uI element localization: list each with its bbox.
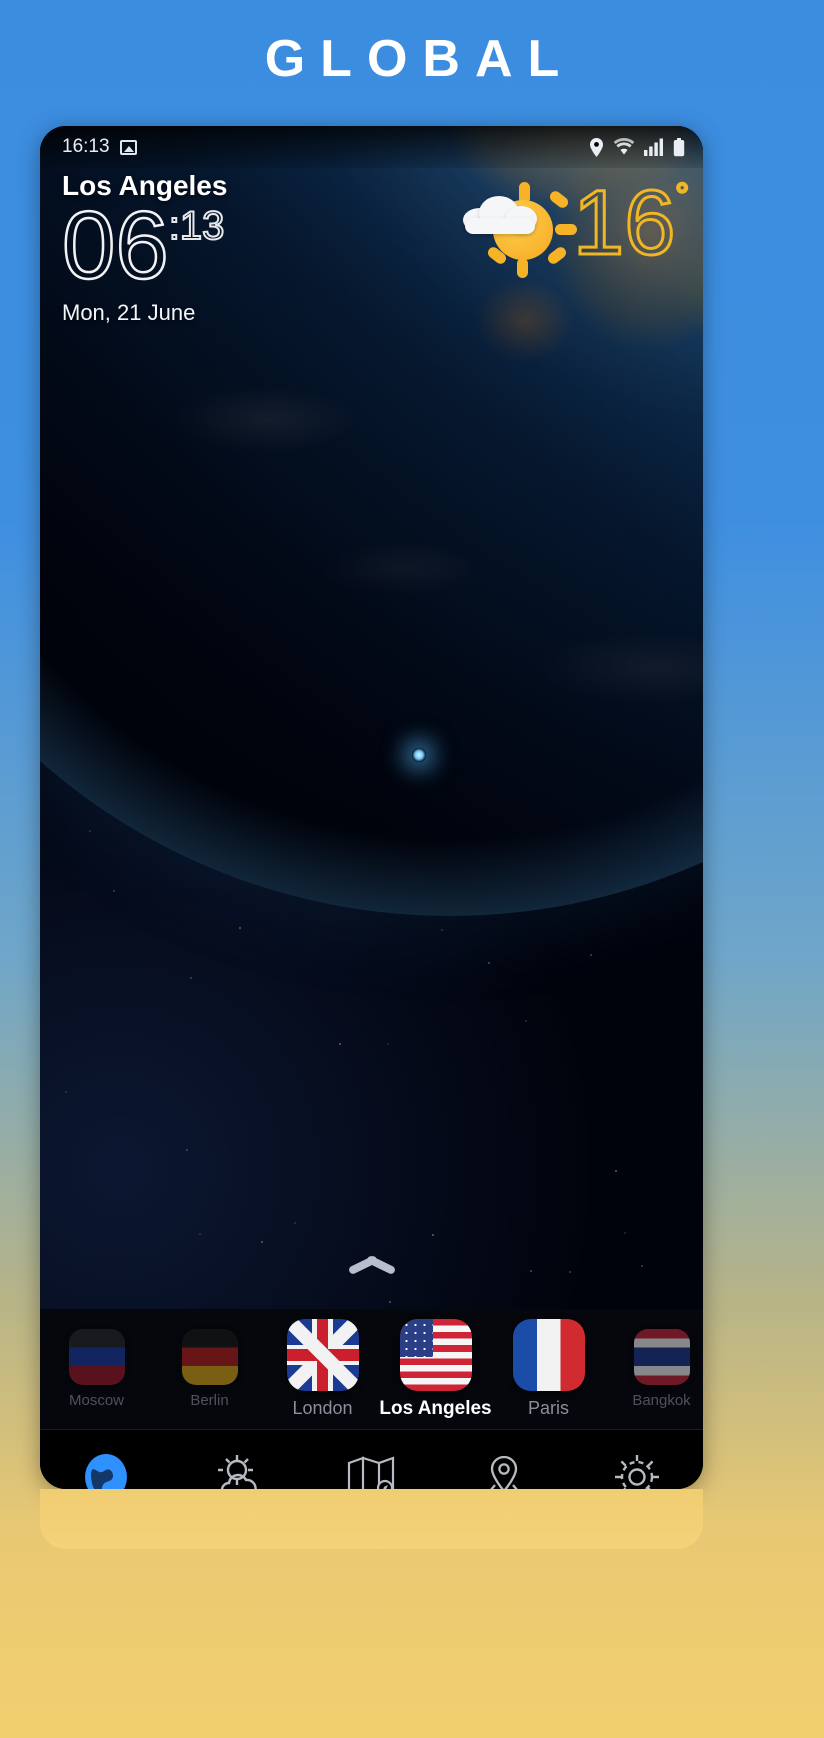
page-title: GLOBAL (250, 29, 575, 89)
current-weather-info: Los Angeles 06 : 13 Mon, 21 June (62, 170, 227, 326)
app-header: GLOBAL (0, 0, 824, 118)
current-date: Mon, 21 June (62, 300, 227, 326)
panel-drag-handle[interactable] (40, 1258, 703, 1274)
city-label: Moscow (69, 1392, 124, 1409)
city-item-paris[interactable]: Paris (492, 1319, 605, 1419)
city-light-marker (412, 748, 426, 762)
location-icon (589, 138, 604, 157)
sun-behind-cloud-icon (463, 178, 573, 273)
degree-symbol: ° (675, 177, 689, 215)
tab-forecast[interactable]: FORECAST (173, 1452, 306, 1490)
city-selector-strip[interactable]: Moscow Berlin London Los Angeles Paris Bangko… (40, 1309, 703, 1429)
flag-icon-fr (513, 1319, 585, 1391)
city-item-moscow[interactable]: Moscow (40, 1329, 153, 1409)
phone-bottom-shadow (40, 1489, 703, 1549)
sun-cloud-icon (212, 1452, 266, 1490)
flag-icon-ru (69, 1329, 125, 1385)
tab-cities[interactable]: CITIES (438, 1452, 571, 1490)
status-bar: 16:13 (40, 126, 703, 168)
bottom-tab-bar[interactable]: HOMEFORECASTMAPSCITIESSETTINGS (40, 1429, 703, 1489)
current-temperature: 16° (573, 180, 689, 267)
city-label: Paris (528, 1398, 569, 1419)
weather-readout: 16° (463, 178, 689, 273)
status-time: 16:13 (62, 136, 110, 158)
chevron-up-icon[interactable] (349, 1258, 395, 1274)
tab-home[interactable]: HOME (40, 1452, 173, 1490)
phone-mockup: 16:13 Los Angeles 06: 13 Mon, 21 June 1… (40, 126, 703, 1489)
tab-settings[interactable]: SETTINGS (570, 1452, 703, 1490)
flag-icon-us (400, 1319, 472, 1391)
flag-icon-de (182, 1329, 238, 1385)
clock-hours: 06 (62, 198, 169, 294)
signal-icon (644, 138, 664, 156)
map-icon (344, 1452, 398, 1490)
image-icon (120, 140, 137, 155)
battery-icon (673, 138, 685, 157)
city-label: Bangkok (632, 1392, 690, 1409)
clock-separator: : (169, 206, 180, 246)
pin-icon (477, 1452, 531, 1490)
city-label: London (292, 1398, 352, 1419)
flag-icon-gb (287, 1319, 359, 1391)
flag-icon-th (634, 1329, 690, 1385)
globe-icon (79, 1452, 133, 1490)
city-item-london[interactable]: London (266, 1319, 379, 1419)
city-label: Berlin (190, 1392, 228, 1409)
clock: 06 : 13 (62, 198, 227, 294)
city-label: Los Angeles (379, 1398, 491, 1420)
city-item-los-angeles[interactable]: Los Angeles (379, 1319, 492, 1420)
phone-screen: 16:13 Los Angeles 06: 13 Mon, 21 June 1… (40, 126, 703, 1489)
cloud-shape (463, 194, 541, 234)
city-item-bangkok[interactable]: Bangkok (605, 1329, 703, 1409)
gear-icon (610, 1452, 664, 1490)
tab-maps[interactable]: MAPS (305, 1452, 438, 1490)
wifi-icon (613, 138, 635, 156)
city-item-berlin[interactable]: Berlin (153, 1329, 266, 1409)
clock-minutes: 13 (180, 206, 225, 246)
